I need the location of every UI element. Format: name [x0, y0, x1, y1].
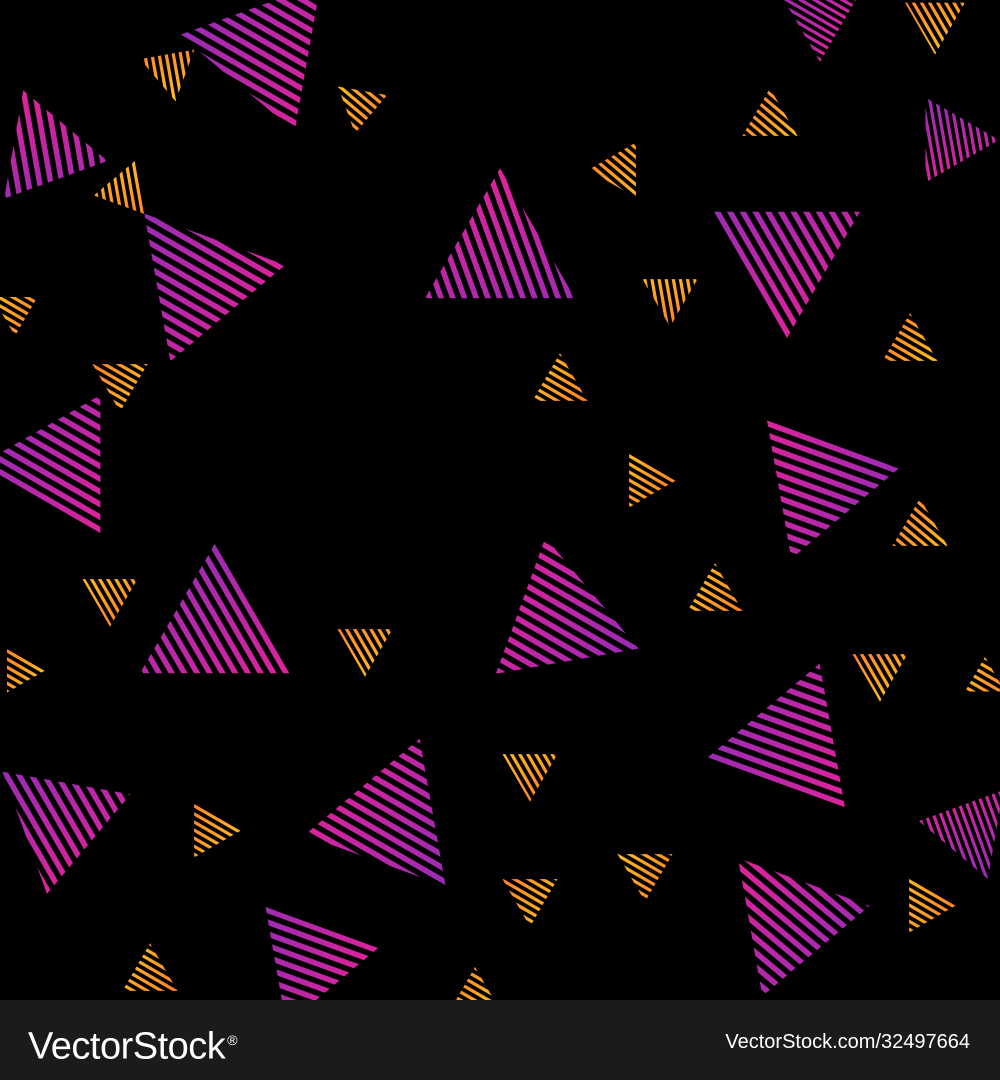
- image-id-label: VectorStock.com/32497664: [725, 1031, 970, 1053]
- striped-triangle-pattern: [0, 0, 1000, 1000]
- logo-text: VectorStock: [28, 1025, 226, 1068]
- registered-mark: ®: [227, 1032, 238, 1048]
- watermark-footer: VectorStock ® VectorStock.com/32497664: [0, 1000, 1000, 1080]
- vectorstock-logo: VectorStock ®: [28, 1016, 238, 1071]
- stock-image-page: VectorStock ® VectorStock.com/32497664: [0, 0, 1000, 1080]
